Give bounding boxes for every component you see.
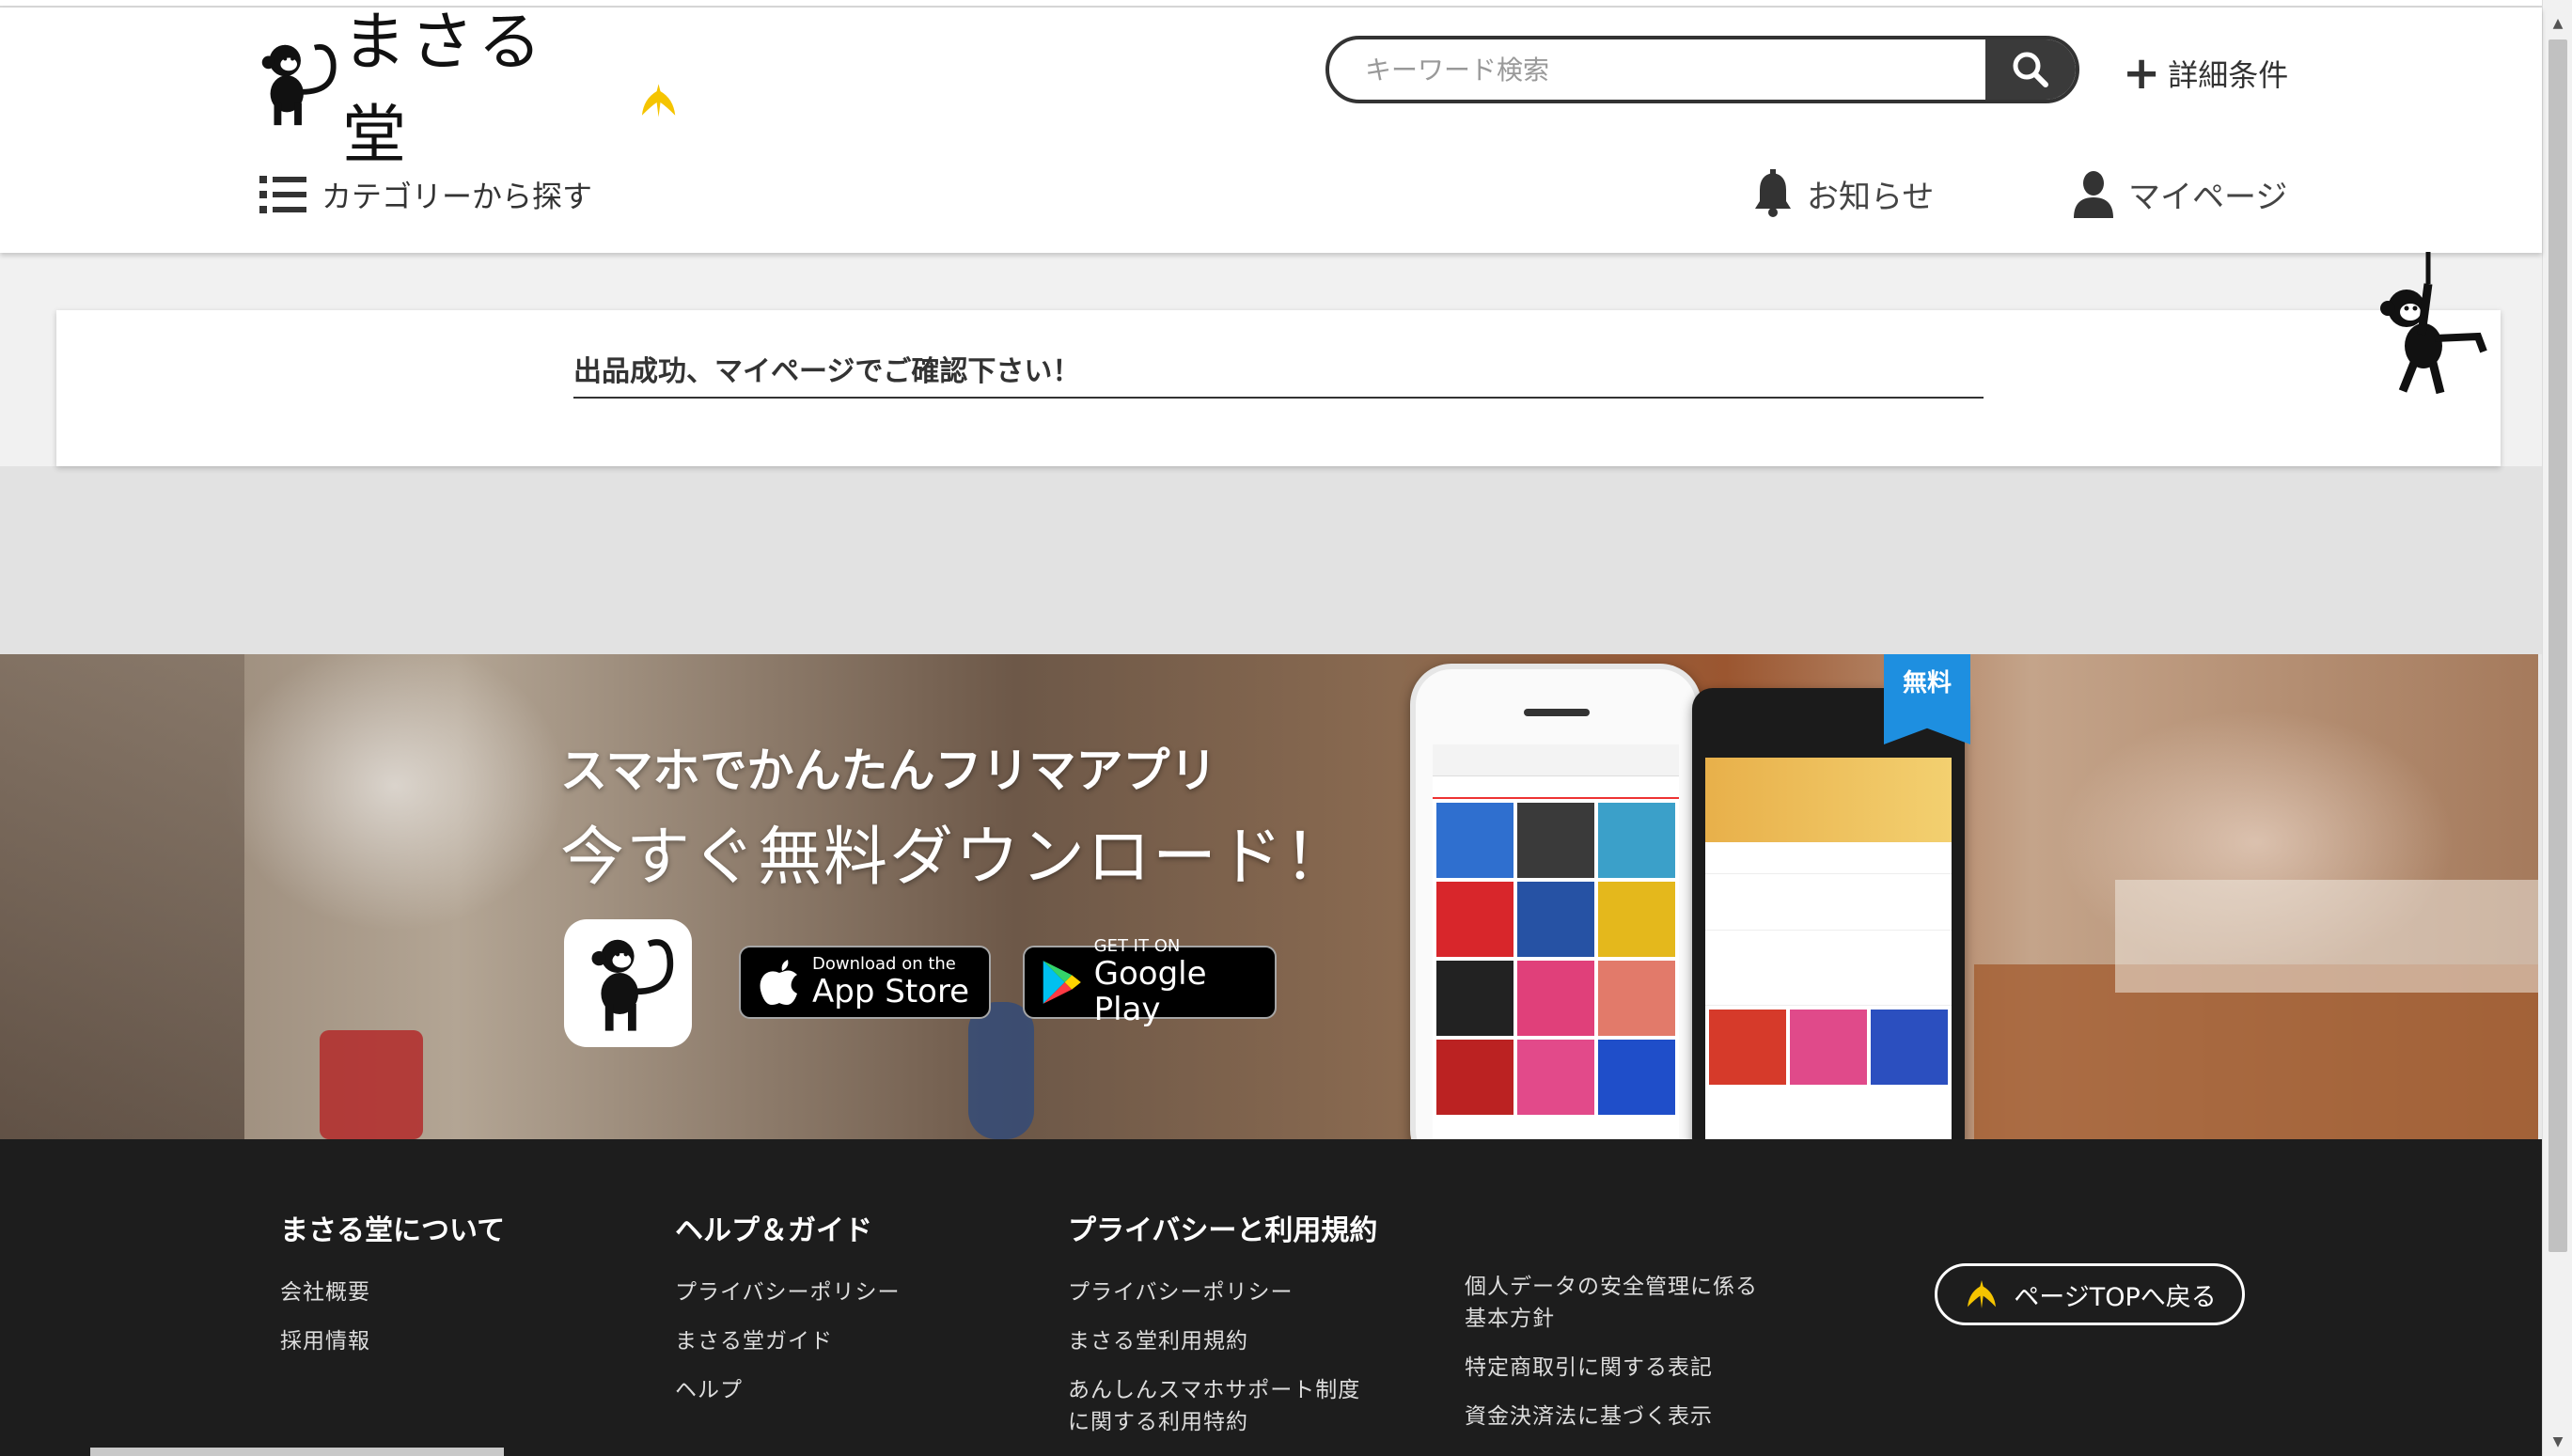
footer-link-guide[interactable]: まさる堂ガイド (675, 1325, 901, 1357)
phone-mockup-front (1410, 664, 1702, 1139)
site-logo[interactable]: まさる堂 (248, 6, 681, 173)
news-nav-label: お知らせ (1807, 178, 1935, 216)
footer-col-legal: 個人データの安全管理に係る 基本方針 特定商取引に関する表記 資金決済法に基づく… (1465, 1271, 1758, 1449)
page-top-button[interactable]: ページTOPへ戻る (1935, 1263, 2245, 1325)
monkey-app-icon (591, 939, 674, 1031)
search-icon (2013, 52, 2048, 87)
category-nav-label: カテゴリーから探す (322, 179, 593, 214)
google-play-icon (1043, 961, 1081, 1004)
footer-link-company[interactable]: 会社概要 (280, 1276, 505, 1308)
googleplay-badge[interactable]: GET IT ON Google Play (1023, 937, 1277, 1027)
scroll-down-icon[interactable]: ▼ (2543, 1428, 2572, 1456)
footer-link-terms[interactable]: まさる堂利用規約 (1068, 1325, 1377, 1357)
search-box (1325, 36, 2079, 103)
hanging-monkey-icon (2380, 252, 2487, 395)
app-icon[interactable] (564, 919, 692, 1047)
scroll-up-icon[interactable]: ▲ (2543, 9, 2572, 38)
googleplay-small-text: GET IT ON (1093, 936, 1181, 956)
news-nav-link[interactable]: お知らせ (1752, 169, 1934, 218)
footer-col-about: まさる堂について 会社概要 採用情報 (280, 1207, 505, 1374)
footer-link-privacy[interactable]: プライバシーポリシー (675, 1276, 901, 1308)
footer-col-privacy: プライバシーと利用規約 プライバシーポリシー まさる堂利用規約 あんしんスマホサ… (1068, 1207, 1377, 1455)
logo-text: まさる堂 (342, 6, 546, 173)
category-nav-link[interactable]: カテゴリーから探す (258, 173, 592, 216)
footer-link-recruit[interactable]: 採用情報 (280, 1325, 505, 1357)
monkey-logo-icon (261, 44, 337, 126)
footer-col-help: ヘルプ＆ガイド プライバシーポリシー まさる堂ガイド ヘルプ (675, 1207, 901, 1423)
appstore-big-text: App Store (812, 973, 970, 1010)
footer-link-privacy-policy[interactable]: プライバシーポリシー (1068, 1276, 1377, 1308)
plus-icon: + (2123, 47, 2161, 100)
footer-link-support-terms[interactable]: あんしんスマホサポート制度 に関する利用特約 (1068, 1374, 1377, 1438)
success-message: 出品成功、マイページでご確認下さい！ (573, 348, 1984, 399)
scrollbar-thumb[interactable] (2548, 39, 2567, 1252)
notice-card: 出品成功、マイページでご確認下さい！ (56, 310, 2501, 466)
mypage-nav-link[interactable]: マイページ (2072, 169, 2287, 218)
appstore-small-text: Download on the (812, 954, 956, 974)
vertical-scrollbar[interactable]: ▲ ▼ (2542, 0, 2572, 1456)
page-top-label: ページTOPへ戻る (2014, 1282, 2217, 1312)
footer-link-data-policy[interactable]: 個人データの安全管理に係る 基本方針 (1465, 1271, 1758, 1335)
banner-subtitle: スマホでかんたんフリマアプリ (560, 744, 1217, 798)
banner-title: 今すぐ無料ダウンロード！ (560, 821, 1351, 895)
appstore-badge[interactable]: Download on the App Store (739, 946, 991, 1019)
content-spacer (0, 466, 2542, 654)
googleplay-big-text: Google Play (1093, 955, 1207, 1028)
search-button[interactable] (1985, 39, 2076, 100)
phone-mockup-back (1692, 688, 1965, 1139)
footer-link-help[interactable]: ヘルプ (675, 1374, 901, 1406)
site-footer: まさる堂について 会社概要 採用情報 ヘルプ＆ガイド プライバシーポリシー まさ… (0, 1139, 2542, 1456)
site-header: まさる堂 + 詳細条件 カテゴリーから探す お知らせ (0, 6, 2542, 253)
banana-icon (641, 84, 676, 117)
mypage-nav-label: マイページ (2128, 178, 2288, 216)
footer-col-title: プライバシーと利用規約 (1068, 1214, 1378, 1247)
footer-col-title: ヘルプ＆ガイド (675, 1214, 872, 1247)
search-input[interactable] (1329, 39, 1985, 100)
bell-icon (1755, 169, 1791, 217)
detail-search-link[interactable]: + 詳細条件 (2123, 51, 2288, 96)
horizontal-scrollbar-thumb[interactable] (90, 1448, 504, 1456)
apple-icon (760, 960, 797, 1005)
footer-link-payment-law[interactable]: 資金決済法に基づく表示 (1465, 1401, 1758, 1433)
app-download-banner: スマホでかんたんフリマアプリ 今すぐ無料ダウンロード！ Download on … (0, 654, 2538, 1139)
detail-search-label: 詳細条件 (2168, 57, 2289, 93)
footer-col-title: まさる堂について (280, 1214, 506, 1247)
banana-icon (1968, 1280, 1997, 1308)
user-icon (2074, 171, 2113, 218)
footer-link-commerce-law[interactable]: 特定商取引に関する表記 (1465, 1352, 1758, 1384)
list-icon (259, 176, 306, 213)
